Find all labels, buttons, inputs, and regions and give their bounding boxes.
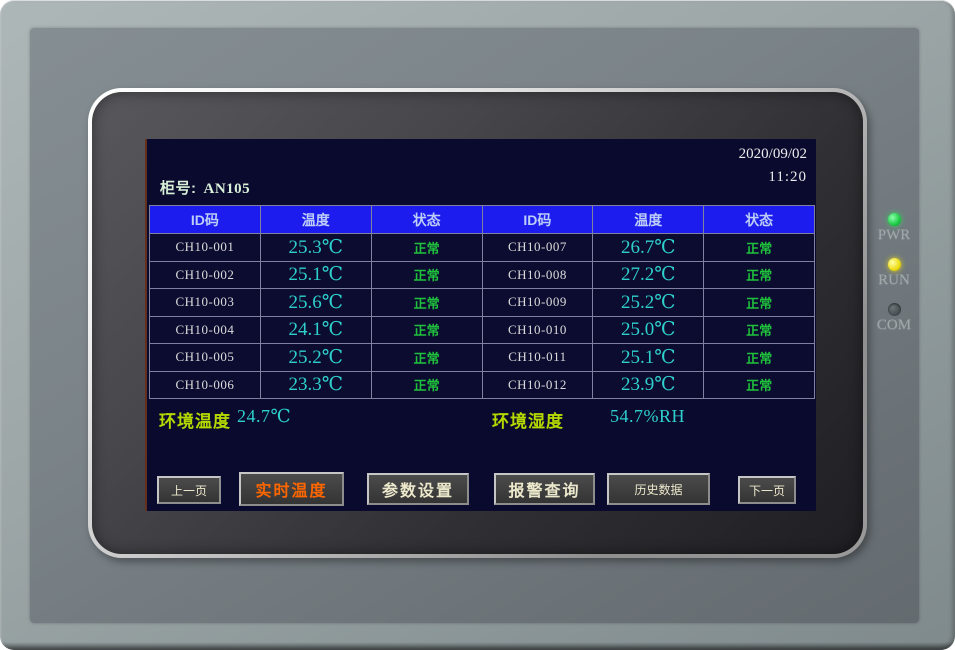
temperature-cell: 25.1℃ [261,262,371,289]
channel-id-cell: CH10-003 [150,289,260,316]
environment-readings: 环境温度 24.7℃ 环境湿度 54.7%RH [147,399,816,439]
channel-temperature-table: ID码 温度 状态 ID码 温度 状态 CH10-001 25.3℃ 正常 CH… [149,205,815,399]
temperature-cell: 25.3℃ [261,234,371,261]
temperature-cell: 25.6℃ [261,289,371,316]
column-header-id: ID码 [150,206,260,233]
temperature-cell: 24.1℃ [261,317,371,344]
status-cell: 正常 [372,234,482,261]
ambient-humidity-value: 54.7%RH [610,406,685,427]
status-cell: 正常 [704,372,814,399]
column-header-temp: 温度 [261,206,371,233]
power-led-label: PWR [871,227,917,244]
status-cell: 正常 [372,262,482,289]
power-led-icon [888,213,901,226]
status-cell: 正常 [372,344,482,371]
nav-button-alarm-query[interactable]: 报警查询 [494,473,595,505]
channel-id-cell: CH10-008 [483,262,593,289]
column-header-status: 状态 [704,206,814,233]
temperature-cell: 23.3℃ [261,372,371,399]
temperature-cell: 25.2℃ [261,344,371,371]
nav-button-param-settings[interactable]: 参数设置 [367,473,469,505]
ambient-humidity-label: 环境湿度 [492,407,564,432]
channel-id-cell: CH10-002 [150,262,260,289]
status-cell: 正常 [704,234,814,261]
channel-id-cell: CH10-010 [483,317,593,344]
ambient-temperature-value: 24.7℃ [237,406,291,427]
status-cell: 正常 [704,289,814,316]
status-cell: 正常 [704,317,814,344]
temperature-cell: 26.7℃ [593,234,703,261]
status-cell: 正常 [372,289,482,316]
temperature-cell: 25.2℃ [593,289,703,316]
column-header-status: 状态 [372,206,482,233]
temperature-cell: 27.2℃ [593,262,703,289]
time-text: 11:20 [739,166,807,189]
column-header-temp: 温度 [593,206,703,233]
power-led-item: PWR [871,213,917,244]
temperature-cell: 23.9℃ [593,372,703,399]
channel-id-cell: CH10-007 [483,234,593,261]
datetime-display: 2020/09/02 11:20 [739,143,807,190]
com-led-item: COM [871,303,917,334]
channel-id-cell: CH10-012 [483,372,593,399]
cabinet-label: 柜号: [160,180,197,197]
column-header-id: ID码 [483,206,593,233]
temperature-cell: 25.1℃ [593,344,703,371]
com-led-label: COM [871,317,917,334]
status-cell: 正常 [704,262,814,289]
channel-id-cell: CH10-001 [150,234,260,261]
ambient-temperature-label: 环境温度 [159,407,231,432]
navigation-button-bar: 上一页 实时温度 参数设置 报警查询 历史数据 下一页 [147,472,816,509]
cabinet-value: AN105 [204,181,251,197]
channel-id-cell: CH10-004 [150,317,260,344]
run-led-icon [888,258,901,271]
com-led-icon [888,303,901,316]
status-cell: 正常 [704,344,814,371]
nav-button-realtime-temp[interactable]: 实时温度 [239,472,344,506]
status-cell: 正常 [372,317,482,344]
nav-button-history-data[interactable]: 历史数据 [607,473,710,505]
status-led-panel: PWR RUN COM [871,213,917,348]
status-cell: 正常 [372,372,482,399]
channel-id-cell: CH10-009 [483,289,593,316]
channel-id-cell: CH10-006 [150,372,260,399]
channel-id-cell: CH10-011 [483,344,593,371]
hmi-device-frame: 2020/09/02 11:20 柜号: AN105 ID码 温度 状态 ID码 … [0,0,955,650]
date-text: 2020/09/02 [739,143,807,166]
cabinet-number: 柜号: AN105 [160,177,250,198]
nav-button-prev-page[interactable]: 上一页 [157,476,221,504]
channel-id-cell: CH10-005 [150,344,260,371]
run-led-label: RUN [871,272,917,289]
temperature-cell: 25.0℃ [593,317,703,344]
nav-button-next-page[interactable]: 下一页 [738,476,796,504]
lcd-display: 2020/09/02 11:20 柜号: AN105 ID码 温度 状态 ID码 … [145,139,816,511]
run-led-item: RUN [871,258,917,289]
